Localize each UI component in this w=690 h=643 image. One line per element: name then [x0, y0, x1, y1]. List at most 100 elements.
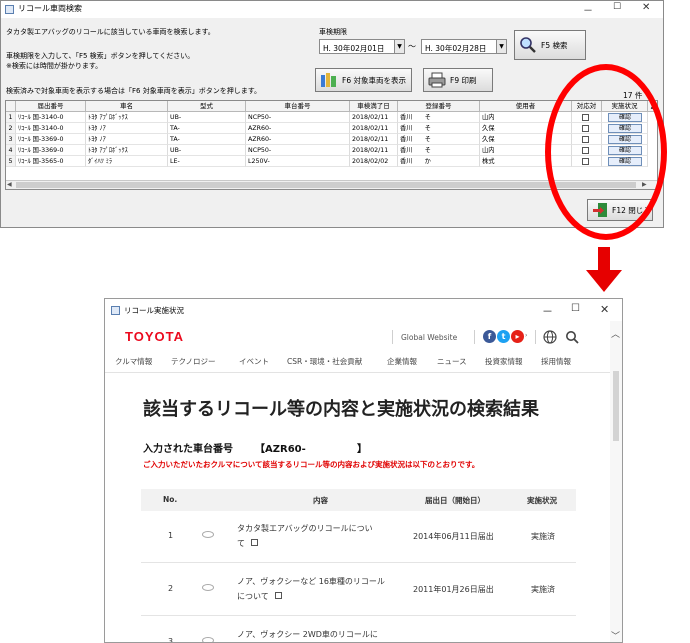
column-header[interactable]: 車台番号 [246, 101, 350, 112]
reg-kana: そ [424, 125, 431, 132]
external-link-icon[interactable] [275, 592, 282, 599]
chevron-down-icon[interactable]: ▼ [394, 40, 404, 53]
search-icon [520, 37, 536, 53]
header-content: 内容 [313, 496, 328, 505]
reg-number-cell: 香川 そ [398, 145, 480, 156]
search-button-label: F5 検索 [541, 40, 568, 50]
close-button[interactable]: ✕ [642, 2, 650, 13]
table-row: 2 ノア、ヴォクシーなど 16車種のリコール について 2011年01月26日届出 実施… [141, 564, 576, 616]
show-targets-button[interactable]: F6 対象車両を表示 [315, 68, 412, 92]
books-icon [321, 73, 336, 87]
notice-cell: ﾘｺｰﾙ 国-3369-0 [16, 134, 86, 145]
chevron-down-icon[interactable]: ▼ [496, 40, 506, 53]
toyota-logo[interactable]: TOYOTA [125, 329, 184, 344]
header-no: No. [163, 495, 178, 504]
nav-item-careers[interactable]: 採用情報 [541, 356, 571, 367]
magnifier-icon[interactable] [565, 330, 579, 344]
instruction-text-2: 車検期限を入力して、「F5 検索」ボタンを押してください。 [6, 52, 195, 60]
reg-number-cell: 香川 そ [398, 123, 480, 134]
date-cell: 2018/02/11 [350, 123, 398, 134]
show-targets-label: F6 対象車両を表示 [342, 75, 406, 85]
column-header[interactable]: 型式 [168, 101, 246, 112]
reg-kana: か [424, 158, 431, 165]
app-icon [5, 5, 14, 14]
recall-link-line1[interactable]: ノア、ヴォクシーなど 16車種のリコール [237, 576, 385, 587]
vin-cell: AZR60- [246, 123, 350, 134]
nav-item-company[interactable]: 企業情報 [387, 356, 417, 367]
more-icon[interactable]: › [525, 332, 527, 339]
title-bar: リコール実施状況 － ☐ ✕ [105, 299, 622, 321]
status-value: 実施済 [531, 532, 555, 541]
date-cell: 2018/02/11 [350, 134, 398, 145]
nav-item-news[interactable]: ニュース [437, 356, 467, 367]
reg-number-cell: 香川 か [398, 156, 480, 167]
scroll-thumb[interactable] [16, 182, 636, 188]
nav-item-csr[interactable]: CSR・環境・社会貢献 [287, 356, 362, 367]
recall-link-line1[interactable]: タカタ製エアバッグのリコールについ [237, 523, 373, 534]
result-notice: ご入力いただいたおクルマについて該当するリコール等の内容および実施状況は以下のと… [143, 460, 480, 469]
app-icon [111, 306, 120, 315]
date-to-field[interactable]: H. 30年02月28日 ▼ [421, 39, 507, 54]
vin-value: 【AZR60- [255, 444, 306, 455]
scroll-left-icon[interactable]: ◀ [7, 181, 12, 188]
row-no: 3 [168, 637, 174, 643]
divider [392, 330, 393, 344]
column-header[interactable]: 車検満了日 [350, 101, 398, 112]
date-from-field[interactable]: H. 30年02月01日 ▼ [319, 39, 405, 54]
minimize-button[interactable]: － [542, 303, 553, 319]
youtube-icon[interactable]: ▸ [511, 330, 524, 343]
date-cell: 2018/02/11 [350, 145, 398, 156]
reg-area: 香川 [400, 114, 413, 121]
column-header[interactable]: 届出番号 [16, 101, 86, 112]
vin-cell: AZR60- [246, 134, 350, 145]
facebook-icon[interactable]: f [483, 330, 496, 343]
nav-item-events[interactable]: イベント [239, 356, 269, 367]
twitter-icon[interactable]: t [497, 330, 510, 343]
status-value: 実施済 [531, 585, 555, 594]
table-row: 1 タカタ製エアバッグのリコールについて 2014年06月11日届出 実施済 [141, 511, 576, 563]
nav-item-investors[interactable]: 投資家情報 [485, 356, 523, 367]
vertical-scrollbar[interactable]: ︿ ﹀ [610, 321, 622, 642]
vin-cell: NCP50- [246, 145, 350, 156]
recall-link-line2[interactable]: について [237, 591, 269, 602]
notified-date: 2011年01月26日届出 [413, 585, 494, 594]
scroll-up-icon[interactable]: ︿ [611, 327, 620, 340]
scroll-thumb[interactable] [613, 371, 619, 441]
model-cell: TA- [168, 134, 246, 145]
column-header[interactable]: 登録番号 [398, 101, 480, 112]
date-to-value: H. 30年02月28日 [425, 44, 487, 53]
range-separator: ～ [408, 42, 416, 51]
minimize-button[interactable]: － [583, 2, 593, 17]
model-cell: UB- [168, 112, 246, 123]
car-cell: ﾄﾖﾀ ﾉｱ [86, 123, 168, 134]
vin-cell: NCP50- [246, 112, 350, 123]
row-number: 5 [6, 156, 16, 167]
close-button[interactable]: ✕ [600, 303, 609, 316]
search-button[interactable]: F5 検索 [514, 30, 586, 60]
print-button[interactable]: F9 印刷 [423, 68, 493, 92]
divider [535, 330, 536, 344]
recall-status-window: リコール実施状況 － ☐ ✕ TOYOTA Global Website f t… [104, 298, 623, 643]
period-label: 車検期限 [319, 28, 347, 36]
recall-link-line2[interactable]: て [237, 538, 245, 549]
nav-item-cars[interactable]: クルマ情報 [115, 356, 152, 367]
column-header[interactable]: 車名 [86, 101, 168, 112]
global-website-link[interactable]: Global Website [401, 333, 457, 342]
divider [474, 330, 475, 344]
external-link-icon[interactable] [251, 539, 258, 546]
nav-item-technology[interactable]: テクノロジー [171, 356, 216, 367]
recall-link-line1[interactable]: ノア、ヴォクシー 2WD車のリコールに [237, 629, 378, 640]
instruction-text-1: タカタ製エアバッグのリコールに該当している車両を検索します。 [6, 28, 215, 36]
date-from-value: H. 30年02月01日 [323, 44, 385, 53]
notice-cell: ﾘｺｰﾙ 国-3140-0 [16, 123, 86, 134]
model-cell: UB- [168, 145, 246, 156]
vin-label: 入力された車台番号 [143, 444, 233, 455]
notified-date: 2014年06月11日届出 [413, 532, 494, 541]
car-cell: ﾀﾞｲﾊﾂ ﾐﾗ [86, 156, 168, 167]
scroll-down-icon[interactable]: ﹀ [611, 629, 620, 642]
maximize-button[interactable]: ☐ [613, 2, 621, 12]
globe-icon[interactable] [543, 330, 557, 344]
maximize-button[interactable]: ☐ [571, 303, 580, 314]
vin-cell: L250V- [246, 156, 350, 167]
f6-note: 検索済みで対象車両を表示する場合は「F6 対象車両を表示」ボタンを押します。 [6, 87, 262, 95]
